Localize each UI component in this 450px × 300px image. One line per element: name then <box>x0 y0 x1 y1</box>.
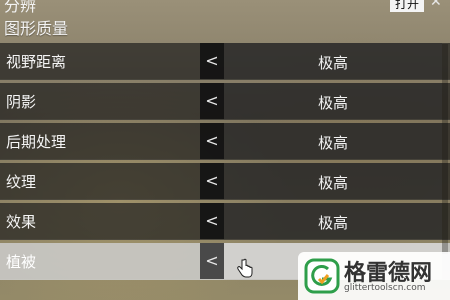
hand-cursor-icon <box>237 258 253 278</box>
top-bar: 分辨 打开 ✕ <box>0 0 450 15</box>
watermark-logo-icon <box>304 258 340 294</box>
top-cut-label: 分辨 <box>4 0 37 15</box>
section-title: 图形质量 <box>4 19 69 38</box>
decrease-arrow-button[interactable]: < <box>200 243 224 279</box>
setting-value: 极高 <box>317 214 348 232</box>
decrease-arrow-button[interactable]: < <box>200 83 224 119</box>
setting-row-view-distance[interactable]: 视野距离 < 极高 <box>0 43 450 80</box>
setting-label: 纹理 <box>6 173 37 191</box>
decrease-arrow-button[interactable]: < <box>200 123 224 159</box>
setting-label: 阴影 <box>6 93 37 111</box>
setting-row-shadows[interactable]: 阴影 < 极高 <box>0 83 450 120</box>
close-icon[interactable]: ✕ <box>430 0 442 10</box>
setting-value: 极高 <box>317 174 348 192</box>
setting-value-area[interactable]: 极高 <box>224 203 442 239</box>
top-toggle-button[interactable]: 打开 <box>390 0 424 12</box>
setting-row-effects[interactable]: 效果 < 极高 <box>0 203 450 240</box>
setting-value: 极高 <box>317 134 348 152</box>
setting-value-area[interactable]: 极高 <box>224 43 442 79</box>
decrease-arrow-button[interactable]: < <box>200 203 224 239</box>
decrease-arrow-button[interactable]: < <box>200 43 224 79</box>
scrollbar[interactable] <box>442 44 448 254</box>
setting-value-area[interactable]: 极高 <box>224 123 442 159</box>
setting-value: 极高 <box>317 94 348 112</box>
watermark-url: glittertoolscn.com <box>344 283 426 293</box>
setting-row-post-processing[interactable]: 后期处理 < 极高 <box>0 123 450 160</box>
watermark-badge: 格雷德网 glittertoolscn.com <box>298 252 450 300</box>
setting-value: 极高 <box>317 54 348 72</box>
setting-value-area[interactable]: 极高 <box>224 163 442 199</box>
setting-label: 效果 <box>6 213 37 231</box>
setting-row-texture[interactable]: 纹理 < 极高 <box>0 163 450 200</box>
setting-label: 后期处理 <box>6 133 67 151</box>
decrease-arrow-button[interactable]: < <box>200 163 224 199</box>
game-settings-screen: 分辨 打开 ✕ 图形质量 视野距离 < 极高 阴影 < 极高 后期处理 < 极高… <box>0 0 450 300</box>
setting-value-area[interactable]: 极高 <box>224 83 442 119</box>
setting-label: 视野距离 <box>6 53 67 71</box>
setting-label: 植被 <box>6 253 37 271</box>
